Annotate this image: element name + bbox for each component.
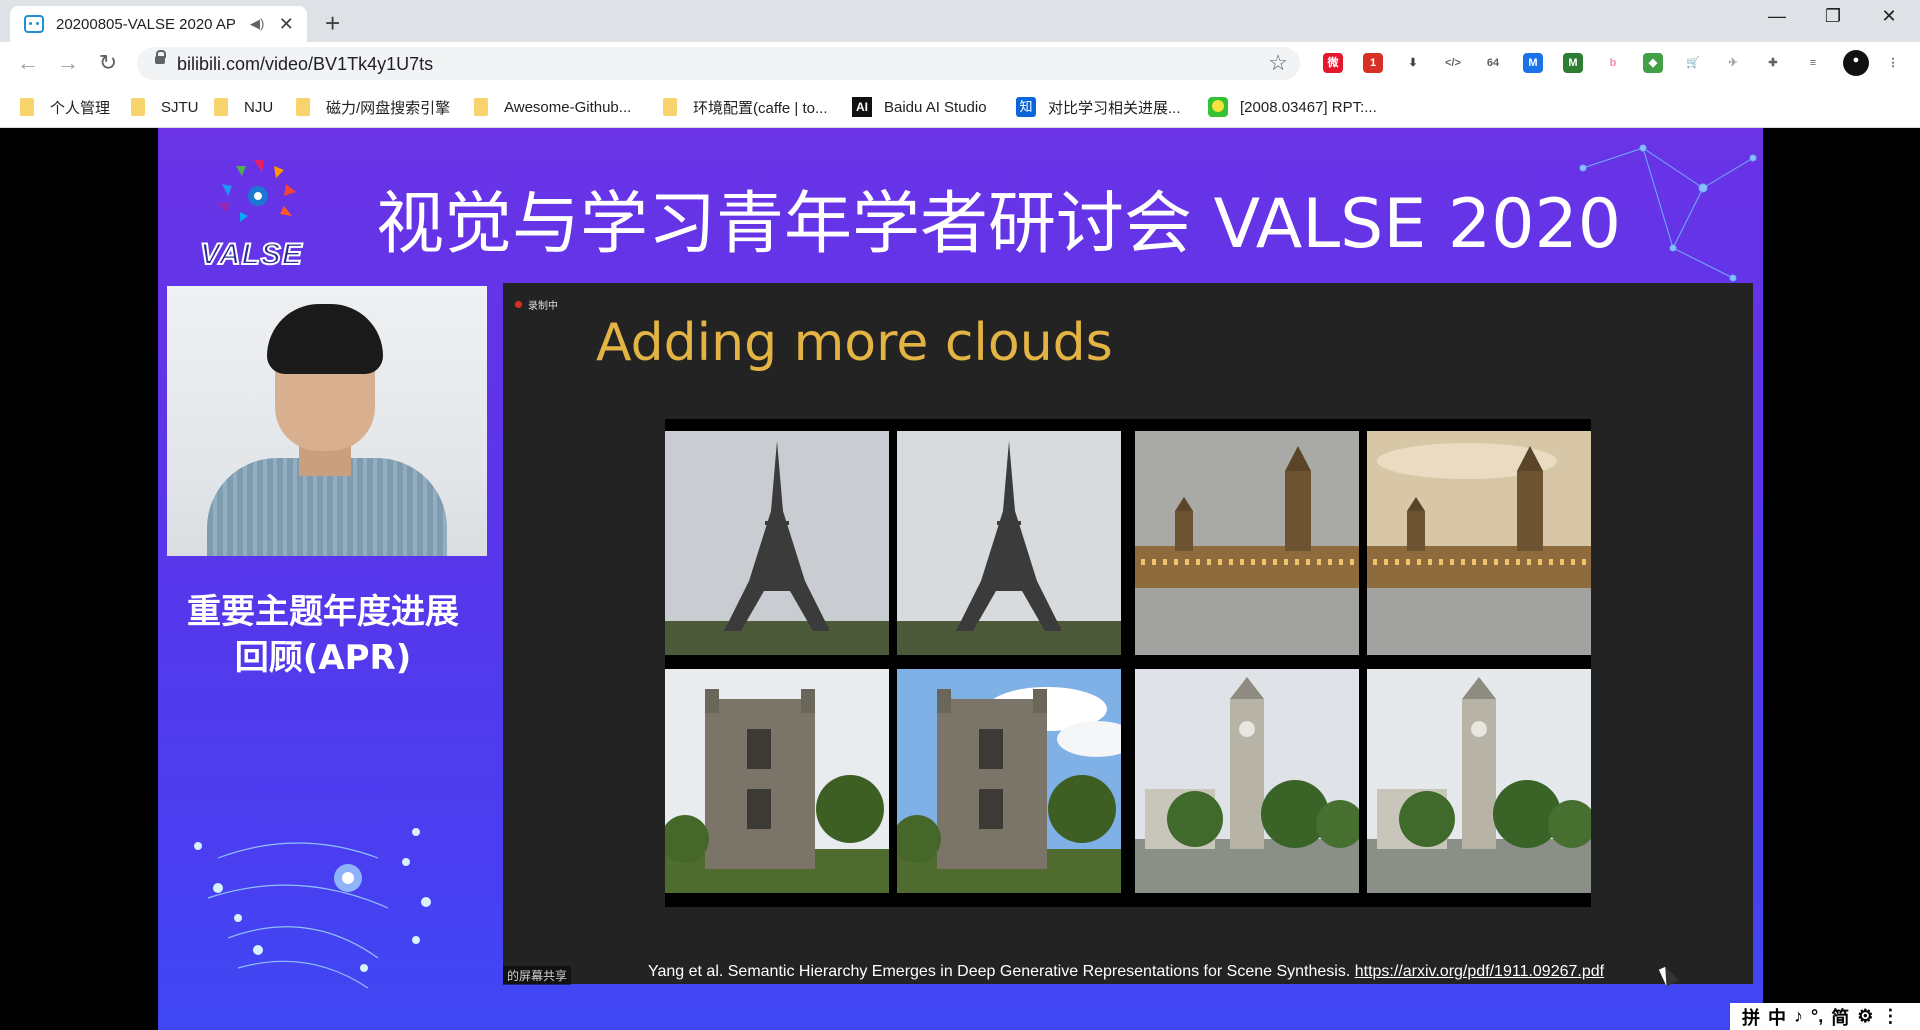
download-ext-icon[interactable]: ⬇ — [1403, 53, 1423, 73]
baidu-ai-icon: AI — [852, 97, 872, 117]
tab-title: 20200805-VALSE 2020 AP — [56, 15, 236, 33]
code-ext-icon[interactable]: </> — [1443, 53, 1463, 73]
bookmark-item[interactable]: 磁力/网盘搜索引擎 — [296, 96, 450, 118]
video-player[interactable]: VALSE 视觉与学习青年学者研讨会 VALSE 2020 重要主题年度进展 回… — [0, 128, 1920, 1030]
recording-indicator: 录制中 — [515, 297, 558, 312]
url-text[interactable]: bilibili.com/video/BV1Tk4y1U7ts — [177, 54, 433, 75]
parliament-clouds — [1367, 431, 1591, 655]
parliament-original — [1135, 431, 1359, 655]
bookmark-label: 环境配置(caffe | to... — [693, 99, 828, 117]
speaker-video — [167, 286, 487, 556]
folder-icon — [663, 98, 677, 116]
bookmark-item[interactable]: [2008.03467] RPT:... — [1208, 96, 1377, 118]
gothic-tower-clouds — [897, 669, 1121, 893]
bookmark-label: 磁力/网盘搜索引擎 — [326, 99, 451, 117]
more-icon[interactable]: ⋮ — [1881, 1006, 1899, 1027]
forward-button[interactable]: → — [54, 50, 82, 76]
bookmark-item[interactable]: 个人管理 — [20, 96, 110, 118]
bookmark-label: SJTU — [161, 98, 199, 116]
weibo-ext-icon[interactable]: 微 — [1323, 53, 1343, 73]
valse-slide: VALSE 视觉与学习青年学者研讨会 VALSE 2020 重要主题年度进展 回… — [158, 128, 1763, 1030]
colorful-ext-icon[interactable]: ◆ — [1643, 53, 1663, 73]
new-tab-button[interactable]: + — [325, 8, 340, 39]
pinyin-icon[interactable]: 拼 — [1742, 1004, 1760, 1030]
m-green-ext-icon[interactable]: M — [1563, 53, 1583, 73]
smiley-icon — [1208, 97, 1228, 117]
screen-share-label: 的屏幕共享 — [503, 966, 572, 985]
playlist-ext-icon[interactable]: ≡ — [1803, 53, 1823, 73]
bird-ext-icon[interactable]: ✈ — [1723, 53, 1743, 73]
tab-strip: 20200805-VALSE 2020 AP ◀) ✕ + — ❐ ✕ — [0, 0, 1920, 42]
clock-tower-original — [1135, 669, 1359, 893]
bookmark-item[interactable]: 环境配置(caffe | to... — [663, 96, 828, 118]
bilibili-ext-icon[interactable]: b — [1603, 53, 1623, 73]
folder-icon — [296, 98, 310, 116]
topic-title-line1: 重要主题年度进展 — [187, 592, 459, 632]
citation-link[interactable]: https://arxiv.org/pdf/1911.09267.pdf — [1355, 963, 1604, 980]
punctuation-icon[interactable]: °, — [1811, 1006, 1823, 1027]
speaker-icon[interactable]: ◀) — [250, 16, 264, 32]
bookmark-item[interactable]: NJU — [214, 96, 273, 118]
bookmark-label: Awesome-Github... — [504, 98, 632, 116]
lock-icon[interactable] — [155, 50, 166, 64]
zhihu-icon: 知 — [1016, 97, 1036, 117]
citation: Yang et al. Semantic Hierarchy Emerges i… — [648, 963, 1604, 981]
valse-logo-text: VALSE — [199, 237, 303, 272]
bilibili-favicon-icon — [24, 15, 44, 33]
brain-network-decoration — [194, 828, 431, 989]
bookmark-label: Baidu AI Studio — [884, 98, 987, 116]
minimize-button[interactable]: — — [1754, 6, 1800, 27]
base64-ext-icon[interactable]: 64 — [1483, 53, 1503, 73]
citation-text: Yang et al. Semantic Hierarchy Emerges i… — [648, 963, 1351, 980]
folder-icon — [214, 98, 228, 116]
moon-icon[interactable]: ♪ — [1794, 1006, 1803, 1027]
eiffel-tower-clouds — [897, 431, 1121, 655]
bookmark-label: [2008.03467] RPT:... — [1240, 98, 1377, 116]
conference-banner: 视觉与学习青年学者研讨会 VALSE 2020 — [376, 185, 1621, 264]
gothic-tower-original — [665, 669, 889, 893]
address-bar[interactable]: bilibili.com/video/BV1Tk4y1U7ts ☆ — [137, 47, 1300, 80]
clock-tower-clouds — [1367, 669, 1591, 893]
back-button[interactable]: ← — [14, 50, 42, 76]
recording-label: 录制中 — [528, 301, 558, 312]
bookmark-item[interactable]: AI Baidu AI Studio — [852, 96, 987, 118]
bookmark-item[interactable]: 知对比学习相关进展... — [1016, 96, 1181, 118]
menu-kebab-icon[interactable]: ⋮ — [1883, 53, 1903, 73]
browser-toolbar: ← → ↻ bilibili.com/video/BV1Tk4y1U7ts ☆ … — [0, 42, 1920, 86]
tab-close-button[interactable]: ✕ — [276, 14, 296, 35]
image-grid — [665, 419, 1591, 907]
browser-tab[interactable]: 20200805-VALSE 2020 AP ◀) ✕ — [10, 6, 307, 42]
puzzle-ext-icon[interactable]: ✚ — [1763, 53, 1783, 73]
eiffel-tower-original — [665, 431, 889, 655]
profile-avatar[interactable]: ● — [1843, 50, 1869, 76]
bookmark-star-icon[interactable]: ☆ — [1268, 50, 1288, 76]
cart-ext-icon[interactable]: 🛒 — [1683, 53, 1703, 73]
window-close-button[interactable]: ✕ — [1866, 6, 1912, 27]
reload-button[interactable]: ↻ — [94, 50, 122, 76]
slide-heading: Adding more clouds — [596, 313, 1113, 373]
bookmark-label: NJU — [244, 98, 274, 116]
ime-toolbar[interactable]: 拼中 ♪ °, 简 ⚙ ⋮ — [1730, 1003, 1920, 1030]
bookmark-label: 对比学习相关进展... — [1048, 99, 1181, 117]
folder-icon — [20, 98, 34, 116]
bookmark-label: 个人管理 — [50, 99, 111, 117]
screen-share-window: 录制中 Adding more clouds 的屏幕共享 Yang et al.… — [503, 283, 1753, 985]
folder-icon — [474, 98, 488, 116]
simplified-icon[interactable]: 简 — [1831, 1004, 1849, 1030]
chinese-mode-icon[interactable]: 中 — [1768, 1004, 1786, 1030]
settings-icon[interactable]: ⚙ — [1857, 1006, 1873, 1027]
restore-button[interactable]: ❐ — [1810, 6, 1856, 27]
record-dot-icon — [515, 301, 522, 308]
m-blue-ext-icon[interactable]: M — [1523, 53, 1543, 73]
bookmark-item[interactable]: Awesome-Github... — [474, 96, 631, 118]
bookmark-item[interactable]: SJTU — [131, 96, 199, 118]
folder-icon — [131, 98, 145, 116]
notification-ext-icon[interactable]: 1 — [1363, 53, 1383, 73]
bookmarks-bar: 个人管理 SJTU NJU 磁力/网盘搜索引擎 Awesome-Github... 环境配… — [0, 86, 1920, 128]
topic-title-line2: 回顾(APR) — [234, 638, 412, 678]
